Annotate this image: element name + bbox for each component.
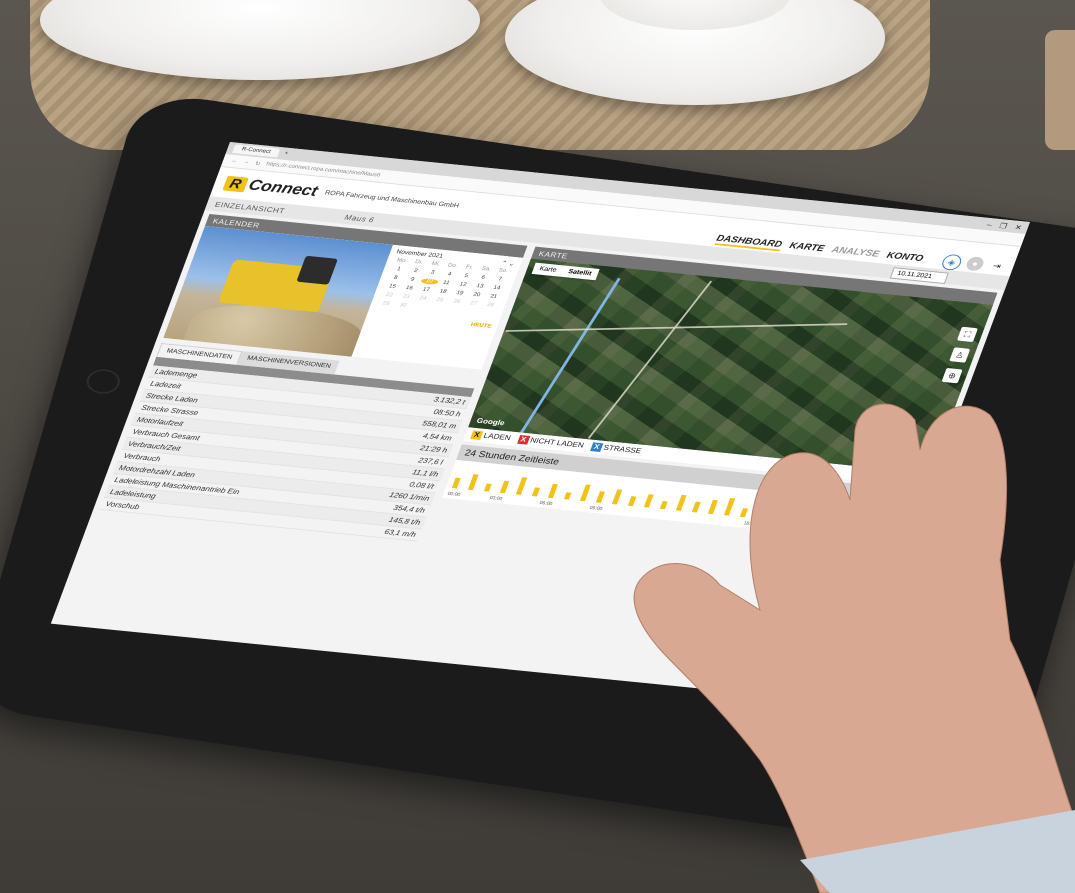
pegman-icon[interactable]: ♙: [949, 347, 971, 363]
time-label: 09:00: [588, 505, 604, 512]
timeline-activity-bar: [451, 477, 461, 489]
map-road: [587, 280, 713, 439]
timeline-activity-bar: [499, 480, 510, 494]
calendar-grid: Mo. Di. Mi. Do. Fr. Sa. So. 1 2 3 4 5 6 7 8 9 10 11 12 13 14…: [377, 257, 513, 317]
timeline-activity-bar: [531, 487, 541, 497]
home-button[interactable]: [83, 367, 123, 396]
calendar-day[interactable]: 30: [393, 302, 412, 309]
time-label: 00:00: [446, 491, 462, 498]
logout-icon[interactable]: ⇥: [986, 258, 1007, 273]
package-icon[interactable]: ◈: [939, 253, 964, 271]
user-icon[interactable]: ●: [964, 256, 986, 272]
legend-strasse: XSTRASSE: [589, 442, 643, 456]
legend-laden: XLADEN: [470, 430, 512, 442]
calendar-day[interactable]: 7: [491, 276, 510, 283]
timeline-activity-bar: [739, 508, 749, 518]
new-tab-icon[interactable]: +: [283, 151, 288, 157]
calendar-day[interactable]: 9: [403, 276, 422, 283]
machine-name[interactable]: Maus 6: [343, 213, 375, 224]
timeline-activity-bar: [483, 483, 492, 492]
timeline-activity-bar: [579, 484, 591, 502]
timeline-activity-bar: [707, 499, 718, 515]
map-toggle-karte[interactable]: Karte: [532, 263, 565, 277]
timeline-activity-bar: [563, 492, 572, 500]
legend-mark-strasse: X: [589, 442, 604, 452]
map-type-toggle: Karte Satellit: [531, 262, 600, 281]
legend-strasse-label: STRASSE: [602, 443, 643, 456]
right-column: KARTE Karte Satellit ⛶ ♙ ⊕ Google XLADEN…: [425, 246, 998, 589]
calendar-day[interactable]: 14: [487, 285, 506, 292]
company-name: ROPA Fahrzeug und Maschinenbau GmbH: [324, 189, 460, 209]
nav-analyse[interactable]: ANALYSE: [829, 245, 881, 261]
timeline-activity-bar: [691, 501, 701, 513]
legend-nicht-laden-label: NICHT LADEN: [529, 436, 586, 450]
maschinendaten-table: Lademenge 3.132,2 t Ladezeit 08:50 h Strecke…: [99, 365, 472, 542]
reload-icon[interactable]: ↻: [254, 160, 261, 167]
logo-letter: R: [222, 175, 249, 192]
fullscreen-icon[interactable]: ⛶: [956, 326, 978, 343]
map-toggle-satellit[interactable]: Satellit: [560, 266, 599, 281]
time-label: 03:00: [488, 495, 504, 502]
restore-icon[interactable]: ❐: [998, 221, 1008, 229]
forward-icon[interactable]: →: [242, 159, 250, 165]
timeline-activity-bar: [467, 474, 479, 491]
side-object: [1045, 30, 1075, 150]
timeline-activity-bar: [659, 501, 668, 510]
legend-mark-nicht-laden: X: [516, 435, 530, 445]
legend-laden-label: LADEN: [482, 431, 512, 442]
timeline-activity-bar: [515, 477, 528, 495]
machine-photo: [163, 226, 393, 357]
logo-word: Connect: [246, 176, 321, 200]
timeline-activity-bar: [547, 483, 558, 499]
zoom-icon[interactable]: ⊕: [941, 367, 963, 384]
calendar-day[interactable]: 21: [484, 293, 503, 300]
back-icon[interactable]: ←: [230, 158, 238, 164]
time-label: 06:00: [538, 500, 554, 507]
timeline-activity-bar: [595, 491, 605, 503]
calendar-nav-icons[interactable]: ⌃ ⌄: [500, 259, 515, 267]
minimize-icon[interactable]: –: [986, 220, 993, 228]
time-label: 18:00: [742, 520, 758, 528]
calendar-day[interactable]: 28: [481, 302, 500, 309]
nav-karte[interactable]: KARTE: [787, 241, 826, 256]
map-attribution: Google: [475, 416, 506, 428]
timeline-activity-bar: [611, 489, 623, 505]
timeline-activity-bar: [643, 494, 654, 508]
legend-mark-laden: X: [470, 430, 484, 440]
timeline-activity-bar: [755, 506, 766, 519]
timeline-activity-bar: [723, 497, 736, 516]
weekday-label: So.: [497, 267, 509, 275]
timeline-activity-bar: [627, 496, 637, 507]
harvester-cab: [296, 255, 338, 285]
timeline-activity-bar: [675, 494, 687, 511]
nav-konto[interactable]: KONTO: [885, 251, 924, 266]
